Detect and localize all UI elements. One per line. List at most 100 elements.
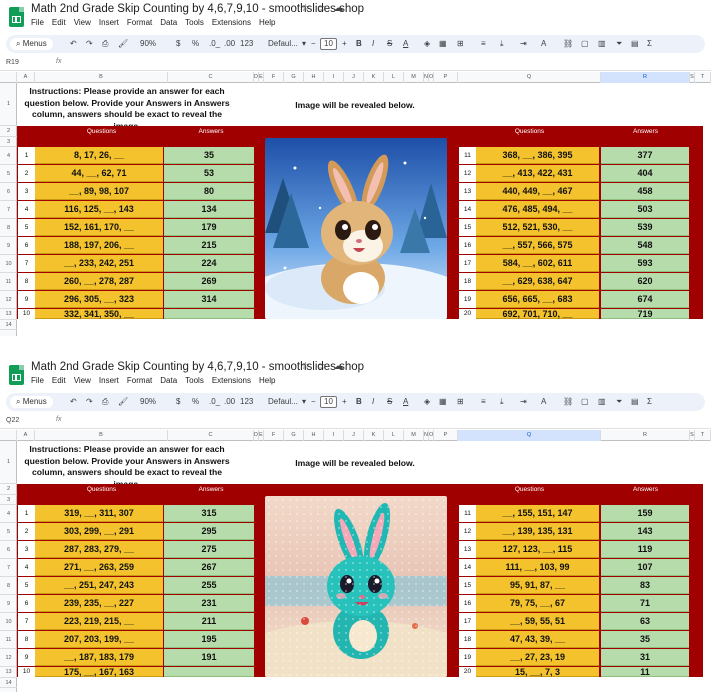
percent-format-button[interactable]: % xyxy=(192,393,199,411)
currency-format-button[interactable]: $ xyxy=(176,35,180,53)
answer-cell[interactable]: 134 xyxy=(164,201,254,218)
column-header-r[interactable]: R xyxy=(601,430,690,441)
text-color-button[interactable]: A xyxy=(403,393,408,411)
column-header-t[interactable]: T xyxy=(695,430,711,441)
row-header-6[interactable]: 6 xyxy=(0,183,17,201)
zoom-select[interactable]: 90% xyxy=(140,35,156,53)
answer-cell[interactable]: 107 xyxy=(601,559,689,576)
column-header-a[interactable]: A xyxy=(17,72,35,83)
font-size-increase-icon[interactable]: + xyxy=(342,35,347,53)
answer-cell[interactable]: 53 xyxy=(164,165,254,182)
halign-icon[interactable]: ≡ xyxy=(481,393,486,411)
question-cell[interactable]: 152, 161, 170, __ xyxy=(35,219,163,236)
column-header-p[interactable]: P xyxy=(434,430,458,441)
insert-comment-icon[interactable]: ▢ xyxy=(581,35,589,53)
question-cell[interactable]: 47, 43, 39, __ xyxy=(476,631,599,648)
font-dropdown-chevron-icon[interactable]: ▾ xyxy=(302,393,306,411)
menu-item-format[interactable]: Format xyxy=(127,18,152,27)
column-header-f[interactable]: F xyxy=(264,430,284,441)
answer-cell[interactable]: 275 xyxy=(164,541,254,558)
search-menus-button[interactable]: ⌕ Menus xyxy=(10,396,53,408)
column-header-g[interactable]: G xyxy=(284,430,304,441)
select-all-corner[interactable] xyxy=(0,72,17,83)
decrease-decimal-button[interactable]: .0_ xyxy=(209,393,220,411)
row-header-2[interactable]: 2 xyxy=(0,484,17,495)
column-header-c[interactable]: C xyxy=(168,72,254,83)
italic-button[interactable]: I xyxy=(372,393,374,411)
column-header-r[interactable]: R xyxy=(601,72,690,83)
question-cell[interactable]: __, 187, 183, 179 xyxy=(35,649,163,666)
menu-item-extensions[interactable]: Extensions xyxy=(212,18,251,27)
question-cell[interactable]: __, 629, 638, 647 xyxy=(476,273,599,290)
question-cell[interactable]: 79, 75, __, 67 xyxy=(476,595,599,612)
row-header-6[interactable]: 6 xyxy=(0,541,17,559)
row-header-3[interactable]: 3 xyxy=(0,137,17,147)
answer-cell[interactable]: 191 xyxy=(164,649,254,666)
menu-item-file[interactable]: File xyxy=(31,18,44,27)
question-cell[interactable]: 188, 197, 206, __ xyxy=(35,237,163,254)
menu-item-file[interactable]: File xyxy=(31,376,44,385)
row-header-5[interactable]: 5 xyxy=(0,523,17,541)
menu-item-insert[interactable]: Insert xyxy=(99,18,119,27)
row-header-10[interactable]: 10 xyxy=(0,613,17,631)
answer-cell[interactable]: 83 xyxy=(601,577,689,594)
answer-cell[interactable]: 159 xyxy=(601,505,689,522)
text-rotation-icon[interactable]: A xyxy=(541,393,546,411)
borders-icon[interactable]: ▦ xyxy=(439,393,447,411)
answer-cell[interactable]: 719 xyxy=(601,309,689,319)
answer-cell[interactable]: 224 xyxy=(164,255,254,272)
column-header-q[interactable]: Q xyxy=(458,430,601,441)
row-header-13[interactable]: 13 xyxy=(0,667,17,678)
row-header-8[interactable]: 8 xyxy=(0,577,17,595)
cloud-status-icon[interactable]: ☁ xyxy=(333,3,343,14)
column-header-i[interactable]: I xyxy=(324,72,344,83)
menu-item-edit[interactable]: Edit xyxy=(52,18,66,27)
answer-cell[interactable]: 31 xyxy=(601,649,689,666)
row-header-3[interactable]: 3 xyxy=(0,495,17,505)
question-cell[interactable]: 319, __, 311, 307 xyxy=(35,505,163,522)
insert-chart-icon[interactable]: ▥ xyxy=(598,393,606,411)
answer-cell[interactable]: 80 xyxy=(164,183,254,200)
italic-button[interactable]: I xyxy=(372,35,374,53)
column-header-l[interactable]: L xyxy=(384,430,404,441)
column-header-t[interactable]: T xyxy=(695,72,711,83)
column-header-m[interactable]: M xyxy=(404,72,424,83)
insert-link-icon[interactable]: ⛓ xyxy=(563,393,573,411)
answer-cell[interactable]: 215 xyxy=(164,237,254,254)
select-all-corner[interactable] xyxy=(0,430,17,441)
functions-icon[interactable]: Σ xyxy=(647,35,652,53)
question-cell[interactable]: 207, 203, 199, __ xyxy=(35,631,163,648)
answer-cell[interactable]: 377 xyxy=(601,147,689,164)
valign-icon[interactable]: ⤓ xyxy=(500,393,504,411)
column-header-f[interactable]: F xyxy=(264,72,284,83)
question-cell[interactable]: 476, 485, 494, __ xyxy=(476,201,599,218)
functions-icon[interactable]: Σ xyxy=(647,393,652,411)
format-123-button[interactable]: 123 xyxy=(240,35,253,53)
font-size-input[interactable]: 10 xyxy=(320,38,337,50)
column-header-q[interactable]: Q xyxy=(458,72,601,83)
font-select[interactable]: Defaul... xyxy=(268,393,298,411)
paint-format-icon[interactable]: 🖌 xyxy=(118,393,128,411)
question-cell[interactable]: 287, 283, 279, __ xyxy=(35,541,163,558)
answer-cell[interactable]: 620 xyxy=(601,273,689,290)
answer-cell[interactable]: 314 xyxy=(164,291,254,308)
question-cell[interactable]: 303, 299, __, 291 xyxy=(35,523,163,540)
decrease-decimal-button[interactable]: .0_ xyxy=(209,35,220,53)
answer-cell[interactable]: 269 xyxy=(164,273,254,290)
percent-format-button[interactable]: % xyxy=(192,35,199,53)
answer-cell[interactable]: 231 xyxy=(164,595,254,612)
question-cell[interactable]: 223, 219, 215, __ xyxy=(35,613,163,630)
font-select[interactable]: Defaul... xyxy=(268,35,298,53)
question-cell[interactable]: 332, 341, 350, __ xyxy=(35,309,163,319)
halign-icon[interactable]: ≡ xyxy=(481,35,486,53)
star-icon[interactable]: ☆ xyxy=(301,361,310,372)
row-header-13[interactable]: 13 xyxy=(0,309,17,320)
answer-cell[interactable]: 179 xyxy=(164,219,254,236)
font-dropdown-chevron-icon[interactable]: ▾ xyxy=(302,35,306,53)
answer-cell[interactable]: 315 xyxy=(164,505,254,522)
answer-cell[interactable]: 195 xyxy=(164,631,254,648)
row-header-11[interactable]: 11 xyxy=(0,631,17,649)
row-header-8[interactable]: 8 xyxy=(0,219,17,237)
row-header-9[interactable]: 9 xyxy=(0,595,17,613)
strikethrough-button[interactable]: S xyxy=(387,393,392,411)
